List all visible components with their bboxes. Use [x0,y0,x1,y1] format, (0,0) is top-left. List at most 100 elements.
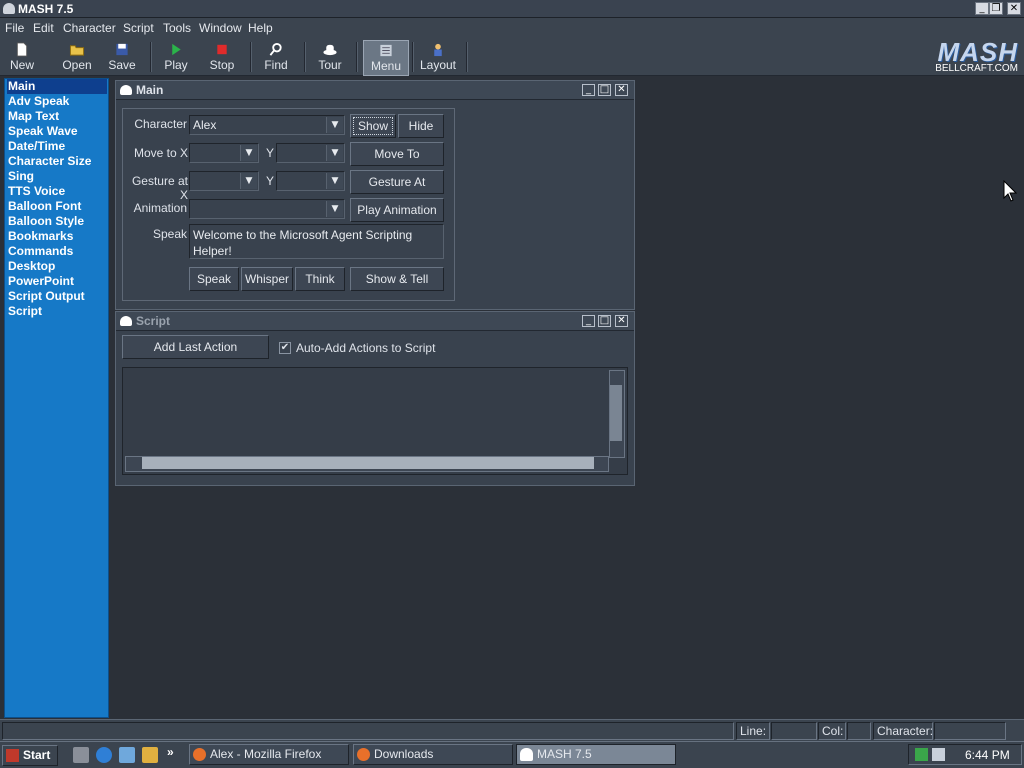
sidebar-item-adv-speak[interactable]: Adv Speak [7,94,107,109]
add-last-action-button[interactable]: Add Last Action [122,335,269,359]
gesture-x-input[interactable]: ▼ [189,171,259,191]
gesture-y-input[interactable]: ▼ [276,171,345,191]
sidebar-item-sing[interactable]: Sing [7,169,107,184]
animation-select[interactable]: ▼ [189,199,345,219]
clock[interactable]: 6:44 PM [965,748,1010,762]
vertical-scrollbar[interactable] [609,370,625,458]
close-icon[interactable]: ✕ [615,84,628,96]
maximize-icon[interactable]: □ [598,84,611,96]
menu-tools[interactable]: Tools [163,21,191,35]
sidebar-item-tts-voice[interactable]: TTS Voice [7,184,107,199]
sidebar-item-commands[interactable]: Commands [7,244,107,259]
open-label: Open [62,58,92,72]
gesture-at-button[interactable]: Gesture At [350,170,444,194]
menu-edit[interactable]: Edit [33,21,54,35]
main-window-titlebar[interactable]: Main _ □ ✕ [116,81,634,100]
toolbar-separator [250,42,252,72]
show-desktop-icon[interactable] [73,747,89,763]
menu-button[interactable]: Menu [363,40,409,76]
status-line-value [771,722,817,740]
app-title-bar[interactable]: MASH 7.5 _ ❐ ✕ [0,0,1024,18]
minimize-button[interactable]: _ [975,2,989,15]
menu-character[interactable]: Character [63,21,116,35]
tour-button[interactable]: Tour [312,40,348,74]
sidebar-item-main[interactable]: Main [7,79,107,94]
network-icon[interactable] [915,748,928,761]
close-button[interactable]: ✕ [1007,2,1021,15]
search-folder-icon[interactable] [142,747,158,763]
find-button[interactable]: Find [258,40,294,74]
play-button[interactable]: Play [158,40,194,74]
task-downloads[interactable]: Downloads [353,744,513,765]
task-firefox-label: Alex - Mozilla Firefox [210,747,322,761]
menu-file[interactable]: File [5,21,24,35]
character-value: Alex [193,118,217,132]
script-window-titlebar[interactable]: Script _ □ ✕ [116,312,634,331]
volume-icon[interactable] [932,748,945,761]
think-button[interactable]: Think [295,267,345,291]
horizontal-scrollbar[interactable] [125,456,609,472]
open-folder-icon [69,45,85,56]
sidebar-item-bookmarks[interactable]: Bookmarks [7,229,107,244]
sidebar-item-balloon-style[interactable]: Balloon Style [7,214,107,229]
sidebar-item-script-output[interactable]: Script Output [7,289,107,304]
scroll-thumb[interactable] [610,385,622,441]
task-mash[interactable]: MASH 7.5 [516,744,676,765]
show-and-tell-button[interactable]: Show & Tell [350,267,444,291]
sidebar-item-character-size[interactable]: Character Size [7,154,107,169]
chevron-down-icon[interactable]: ▼ [240,173,257,189]
start-label: Start [23,748,51,762]
open-button[interactable]: Open [58,40,96,74]
whisper-button[interactable]: Whisper [241,267,293,291]
show-button[interactable]: Show [350,114,396,138]
minimize-icon[interactable]: _ [582,315,595,327]
move-x-input[interactable]: ▼ [189,143,259,163]
sidebar-item-map-text[interactable]: Map Text [7,109,107,124]
task-firefox[interactable]: Alex - Mozilla Firefox [189,744,349,765]
speak-textbox[interactable]: Welcome to the Microsoft Agent Scripting… [189,224,444,259]
script-editor[interactable] [122,367,628,475]
start-button[interactable]: Start [2,745,58,766]
menu-list-icon [380,44,392,57]
menu-window[interactable]: Window [199,21,242,35]
sidebar-item-speak-wave[interactable]: Speak Wave [7,124,107,139]
restore-button[interactable]: ❐ [989,2,1003,15]
task-downloads-label: Downloads [374,747,434,761]
move-y-input[interactable]: ▼ [276,143,345,163]
gesture-y-label: Y [265,174,274,188]
stop-icon [217,44,227,55]
quicklaunch-chevron[interactable]: » [167,745,174,759]
windows-flag-icon [6,749,19,762]
sidebar-item-script[interactable]: Script [7,304,107,319]
internet-explorer-icon[interactable] [96,747,112,763]
chevron-down-icon[interactable]: ▼ [326,173,343,189]
menu-label: Menu [370,59,402,73]
sidebar-item-desktop[interactable]: Desktop [7,259,107,274]
layout-button[interactable]: Layout [418,40,458,74]
hide-button[interactable]: Hide [398,114,444,138]
close-icon[interactable]: ✕ [615,315,628,327]
logo-text: MASH [937,37,1018,67]
move-to-button[interactable]: Move To [350,142,444,166]
chevron-down-icon[interactable]: ▼ [326,201,343,217]
stop-button[interactable]: Stop [204,40,240,74]
agent-hat-icon [520,748,533,761]
sidebar-item-powerpoint[interactable]: PowerPoint [7,274,107,289]
menu-help[interactable]: Help [248,21,273,35]
save-button[interactable]: Save [104,40,140,74]
character-select[interactable]: Alex ▼ [189,115,345,135]
chevron-down-icon[interactable]: ▼ [326,145,343,161]
hscroll-thumb[interactable] [142,457,594,469]
menu-script[interactable]: Script [123,21,154,35]
new-button[interactable]: New [4,40,40,74]
outlook-icon[interactable] [119,747,135,763]
sidebar-item-date-time[interactable]: Date/Time [7,139,107,154]
chevron-down-icon[interactable]: ▼ [240,145,257,161]
auto-add-checkbox[interactable]: ✔ [279,342,291,354]
minimize-icon[interactable]: _ [582,84,595,96]
chevron-down-icon[interactable]: ▼ [326,117,343,133]
speak-button[interactable]: Speak [189,267,239,291]
play-animation-button[interactable]: Play Animation [350,198,444,222]
sidebar-item-balloon-font[interactable]: Balloon Font [7,199,107,214]
maximize-icon[interactable]: □ [598,315,611,327]
